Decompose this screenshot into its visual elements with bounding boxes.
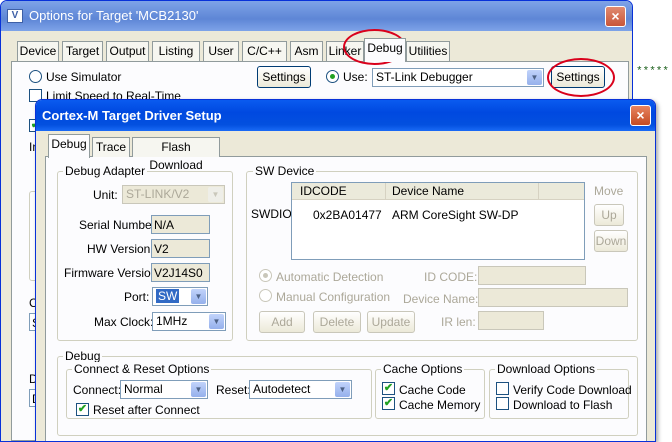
chevron-down-icon: ▼ <box>191 289 206 304</box>
tab-utilities[interactable]: Utilities <box>406 41 450 61</box>
uvision-app-icon: V <box>7 9 23 23</box>
use-debugger-radio[interactable] <box>326 70 339 83</box>
settings-simulator-button[interactable]: Settings <box>257 66 311 88</box>
tab-asm[interactable]: Asm <box>290 41 323 61</box>
tab-listing[interactable]: Listing <box>152 41 200 61</box>
port-select-value: SW <box>156 289 180 303</box>
chevron-down-icon: ▼ <box>527 70 542 85</box>
port-select[interactable]: SW ▼ <box>152 287 208 306</box>
debugger-select[interactable]: ST-Link Debugger ▼ <box>372 68 544 87</box>
dialog-tab-panel <box>45 156 647 441</box>
chevron-down-icon: ▼ <box>335 382 350 397</box>
reset-select[interactable]: Autodetect ▼ <box>249 380 352 399</box>
tab-flash-download[interactable]: Flash Download <box>132 137 220 172</box>
tab-debug[interactable]: Debug <box>364 38 406 62</box>
highlight-settings-button <box>547 58 615 97</box>
dialog-title: Cortex-M Target Driver Setup <box>42 108 222 123</box>
outer-close-button[interactable]: × <box>605 6 626 27</box>
connect-select[interactable]: Normal ▼ <box>120 380 208 399</box>
max-clock-select[interactable]: 1MHz ▼ <box>152 312 226 331</box>
cortex-m-target-driver-setup-window: Cortex-M Target Driver Setup × Debug Tra… <box>35 99 656 442</box>
tab-debug-inner[interactable]: Debug <box>48 134 90 158</box>
tab-user[interactable]: User <box>203 41 239 61</box>
tab-output[interactable]: Output <box>106 41 149 61</box>
dialog-title-bar: Cortex-M Target Driver Setup <box>36 100 655 131</box>
editor-line: ***** <box>636 66 670 78</box>
tab-c-cpp[interactable]: C/C++ <box>242 41 287 61</box>
outer-title-bar: Options for Target 'MCB2130' <box>1 1 632 31</box>
connect-select-value: Normal <box>124 382 163 396</box>
outer-window-title: Options for Target 'MCB2130' <box>29 8 199 23</box>
chevron-down-icon: ▼ <box>209 314 224 329</box>
max-clock-select-value: 1MHz <box>156 314 188 328</box>
dialog-close-button[interactable]: × <box>630 105 651 126</box>
use-label: Use: <box>343 70 368 84</box>
tab-device[interactable]: Device <box>17 41 59 61</box>
tab-target[interactable]: Target <box>62 41 103 61</box>
debugger-select-value: ST-Link Debugger <box>376 70 473 84</box>
reset-select-value: Autodetect <box>253 382 311 396</box>
tab-trace[interactable]: Trace <box>92 137 130 157</box>
use-simulator-radio[interactable] <box>29 70 42 83</box>
chevron-down-icon: ▼ <box>191 382 206 397</box>
use-simulator-label: Use Simulator <box>46 70 122 84</box>
